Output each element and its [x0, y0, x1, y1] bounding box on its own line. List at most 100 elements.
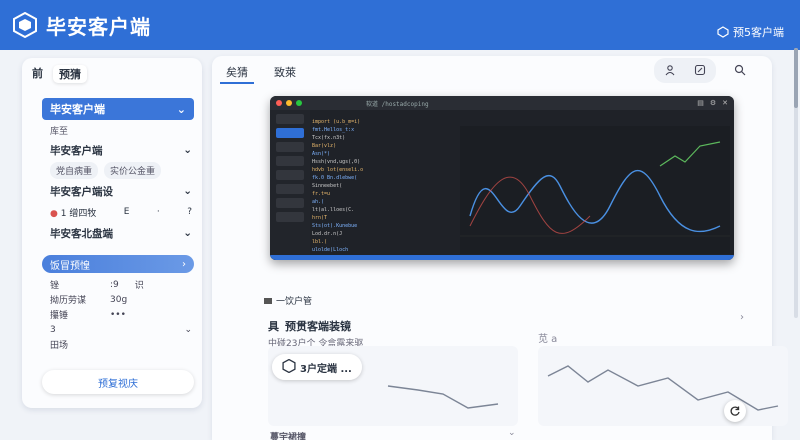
code-line: fmt.Hellos_t:x	[312, 127, 355, 133]
settings-icon: ⚙	[709, 99, 717, 107]
header-right: 预5客户端	[711, 4, 790, 42]
close-icon: ✕	[722, 99, 728, 107]
sub-label: 库至	[50, 126, 69, 137]
toolbar-glyph[interactable]: ·	[157, 207, 160, 217]
preview-title: 软道 /hostadcoping	[366, 100, 429, 108]
toolbar-item[interactable]: ● 1 缯四牧	[50, 206, 96, 219]
help-icon[interactable]: ?	[187, 207, 192, 217]
app-preview-window[interactable]: 软道 /hostadcoping ▤ ⚙ ✕ import (u.b_m=i) …	[270, 96, 734, 260]
preset-select-label: 饭冒预惶	[50, 260, 90, 272]
preview-titlebar: 软道 /hostadcoping ▤ ⚙ ✕	[270, 96, 734, 110]
client-select-label: 毕安客户端	[50, 103, 105, 116]
chevron-down-icon: ⌄	[183, 185, 192, 197]
code-line: Lod.dr.n(J	[312, 231, 343, 237]
group-title-1: 毕安客户端	[50, 144, 103, 157]
left-panel: 前 预猜 毕安客户端 ⌄ 库至 毕安客户端 ⌄ 党自病重 实价公金重 毕安客户端…	[22, 58, 202, 408]
app-header: 毕安客户端 预5客户端	[0, 0, 800, 50]
search-icon[interactable]	[734, 61, 746, 80]
toolbar-row: ● 1 缯四牧 E · ?	[22, 201, 202, 223]
code-line: fr.t=u	[312, 191, 331, 197]
kv-row: 拗历劳谋 30g	[50, 294, 128, 307]
edit-icon[interactable]	[694, 61, 706, 80]
chevron-down-icon[interactable]: ⌄	[184, 325, 192, 335]
left-tab-active[interactable]: 预猜	[53, 65, 87, 83]
main-panel: 矣猜 致萊 软道 /hostadcoping ▤ ⚙ ✕ import (u.b…	[212, 56, 788, 440]
chevron-right-icon: ›	[182, 258, 186, 270]
code-line: fk.0 Bn.dlebwe(	[312, 175, 358, 181]
chevron-right-icon[interactable]: ›	[740, 312, 744, 323]
group-row-3[interactable]: 毕安客北盘端 ⌄	[22, 223, 202, 243]
refresh-button[interactable]	[724, 400, 746, 422]
code-line: import (u.b_m=i)	[312, 119, 361, 125]
preview-side-item	[276, 198, 304, 208]
main-tabs: 矣猜 致萊	[220, 62, 302, 84]
code-line: Sts(ot).Kunebue	[312, 223, 358, 229]
scrollbar-thumb[interactable]	[794, 48, 798, 108]
app-title: 毕安客户端	[46, 14, 151, 39]
preview-side-item	[276, 142, 304, 152]
code-line: hdvb lot(enseli.o	[312, 167, 364, 173]
kv-row: 田场	[50, 341, 69, 351]
preview-side-item	[276, 128, 304, 138]
sub-row: 库至	[22, 120, 202, 140]
group-row-1[interactable]: 毕安客户端 ⌄	[22, 140, 202, 160]
preview-chart	[460, 126, 730, 254]
page-scrollbar[interactable]	[794, 48, 798, 318]
minimize-dot-icon	[286, 100, 292, 106]
code-line: Sinneebet(	[312, 183, 343, 189]
client-select[interactable]: 毕安客户端 ⌄	[42, 98, 194, 120]
group-title-3: 毕安客北盘端	[50, 227, 113, 240]
group-row-2[interactable]: 毕安客户端设 ⌄	[22, 181, 202, 201]
header-client-pill[interactable]: 预5客户端	[711, 22, 790, 42]
left-tab-prev[interactable]: 前	[32, 65, 43, 83]
app-logo-icon	[282, 358, 296, 376]
code-line: ulolde(Lloch	[312, 247, 349, 253]
code-line: lbl.(	[312, 239, 328, 245]
bottom-section-label: 蔓宇裙撞	[270, 433, 307, 440]
maximize-dot-icon	[296, 100, 302, 106]
code-line: Asn(*)	[312, 151, 331, 157]
preview-side-item	[276, 184, 304, 194]
chip[interactable]: 实价公金重	[104, 162, 162, 179]
left-panel-tabs: 前 预猜	[22, 58, 202, 90]
toolbar-glyph[interactable]: E	[124, 207, 130, 217]
preview-code: import (u.b_m=i) fmt.Hellos_t:x Tcx(fx.n…	[312, 118, 452, 254]
code-line: lt(al.lloes(C.	[312, 207, 355, 213]
network-icon	[717, 26, 729, 38]
tab-secondary[interactable]: 致萊	[268, 62, 302, 84]
code-line: Tcx(fx.n3t)	[312, 135, 346, 141]
doc-icon: ▤	[697, 99, 704, 107]
preview-side-item	[276, 170, 304, 180]
chevron-down-icon: ⌄	[176, 102, 186, 116]
chevron-down-icon: ⌄	[183, 227, 192, 239]
preset-select[interactable]: 饭冒预惶 ›	[42, 255, 194, 273]
chevron-down-icon[interactable]: ⌄	[508, 428, 516, 438]
user-icon[interactable]	[664, 61, 676, 80]
section-box-icon	[264, 297, 272, 304]
preview-button[interactable]: 预复视庆	[42, 370, 194, 394]
kv-row: 攥锤 •••	[50, 309, 126, 322]
code-line: Hssh(vnd,ugs(,0)	[312, 159, 361, 165]
chip[interactable]: 党自病重	[50, 162, 99, 179]
kv-row: 3 ⌄	[50, 324, 192, 335]
section-title-icon: 具	[268, 320, 279, 333]
tag-icon: ●	[50, 208, 58, 219]
refresh-icon	[729, 402, 741, 421]
preview-sidebar	[270, 110, 310, 260]
main-tools	[654, 58, 746, 83]
section-label: 一饮户管	[264, 294, 312, 307]
preview-side-item	[276, 212, 304, 222]
group-title-2: 毕安客户端设	[50, 185, 113, 198]
chip-row: 党自病重 实价公金重	[22, 160, 202, 181]
preview-window-controls: ▤ ⚙ ✕	[697, 99, 728, 107]
preview-status-strip	[270, 255, 734, 260]
kv-row: 锉 :9 识	[50, 279, 144, 292]
preview-side-item	[276, 114, 304, 124]
app-logo-icon	[12, 12, 38, 38]
tool-pill	[654, 58, 716, 83]
loading-toast: 3户定端 ...	[272, 354, 362, 380]
code-line: Bar(vlz)	[312, 143, 337, 149]
code-line: hrn(T	[312, 215, 328, 221]
tab-primary[interactable]: 矣猜	[220, 62, 254, 84]
code-line: ah.(	[312, 199, 325, 205]
